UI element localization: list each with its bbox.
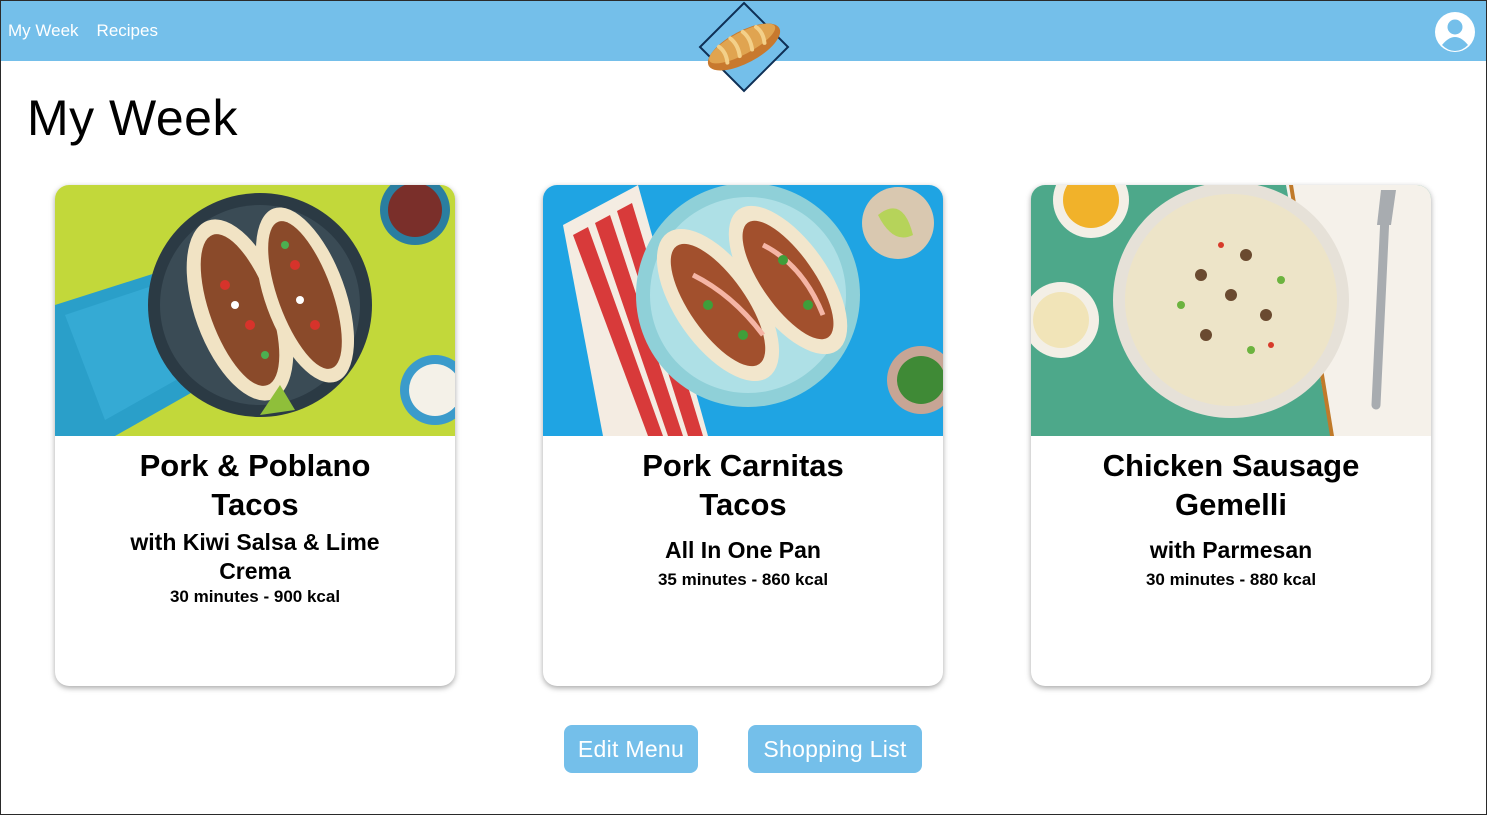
page-title: My Week <box>27 90 238 146</box>
recipe-card-pork-poblano-tacos[interactable]: Pork & Poblano Tacos with Kiwi Salsa & L… <box>55 185 455 686</box>
recipe-title-line: Tacos <box>211 487 299 522</box>
nav-link-recipes[interactable]: Recipes <box>97 21 158 41</box>
recipe-subtitle-line: with Kiwi Salsa & Lime <box>130 529 380 555</box>
recipe-title-line: Chicken Sausage <box>1102 448 1360 483</box>
recipe-card-chicken-sausage-gemelli[interactable]: Chicken Sausage Gemelli with Parmesan 30… <box>1031 185 1431 686</box>
edit-menu-button[interactable]: Edit Menu <box>564 725 698 773</box>
pork-carnitas-tacos-photo <box>543 185 943 436</box>
pork-poblano-tacos-photo <box>55 185 455 436</box>
recipe-card-pork-carnitas-tacos[interactable]: Pork Carnitas Tacos All In One Pan 35 mi… <box>543 185 943 686</box>
recipe-card-body: Pork Carnitas Tacos All In One Pan 35 mi… <box>543 436 943 591</box>
chicken-sausage-gemelli-photo <box>1031 185 1431 436</box>
recipe-title: Chicken Sausage Gemelli <box>1055 446 1407 524</box>
bread-loaf-logo-icon[interactable] <box>698 1 790 93</box>
recipe-title-line: Pork & Poblano <box>139 448 371 483</box>
shopping-list-button[interactable]: Shopping List <box>748 725 922 773</box>
top-nav-bar: My Week Recipes <box>1 1 1486 93</box>
recipe-time-calories: 35 minutes - 860 kcal <box>657 570 829 589</box>
app-window: My Week Recipes My Week Pork & Poblano T… <box>0 0 1487 815</box>
recipe-title-line: Tacos <box>699 487 787 522</box>
recipe-subtitle: with Kiwi Salsa & Lime Crema <box>79 528 431 586</box>
recipe-card-body: Chicken Sausage Gemelli with Parmesan 30… <box>1031 436 1431 591</box>
recipe-title-line: Gemelli <box>1175 487 1287 522</box>
recipe-title: Pork Carnitas Tacos <box>567 446 919 524</box>
recipe-subtitle: All In One Pan <box>665 537 821 563</box>
recipe-card-body: Pork & Poblano Tacos with Kiwi Salsa & L… <box>55 436 455 608</box>
recipe-subtitle: with Parmesan <box>1149 537 1313 563</box>
recipe-time-calories: 30 minutes - 900 kcal <box>169 587 341 606</box>
recipe-subtitle-line: Crema <box>219 558 291 584</box>
user-avatar-icon[interactable] <box>1434 11 1476 53</box>
recipe-time-calories: 30 minutes - 880 kcal <box>1145 570 1317 589</box>
recipe-title: Pork & Poblano Tacos <box>79 446 431 524</box>
nav-links: My Week Recipes <box>8 21 158 41</box>
nav-link-my-week[interactable]: My Week <box>8 21 79 41</box>
recipe-title-line: Pork Carnitas <box>642 448 844 483</box>
